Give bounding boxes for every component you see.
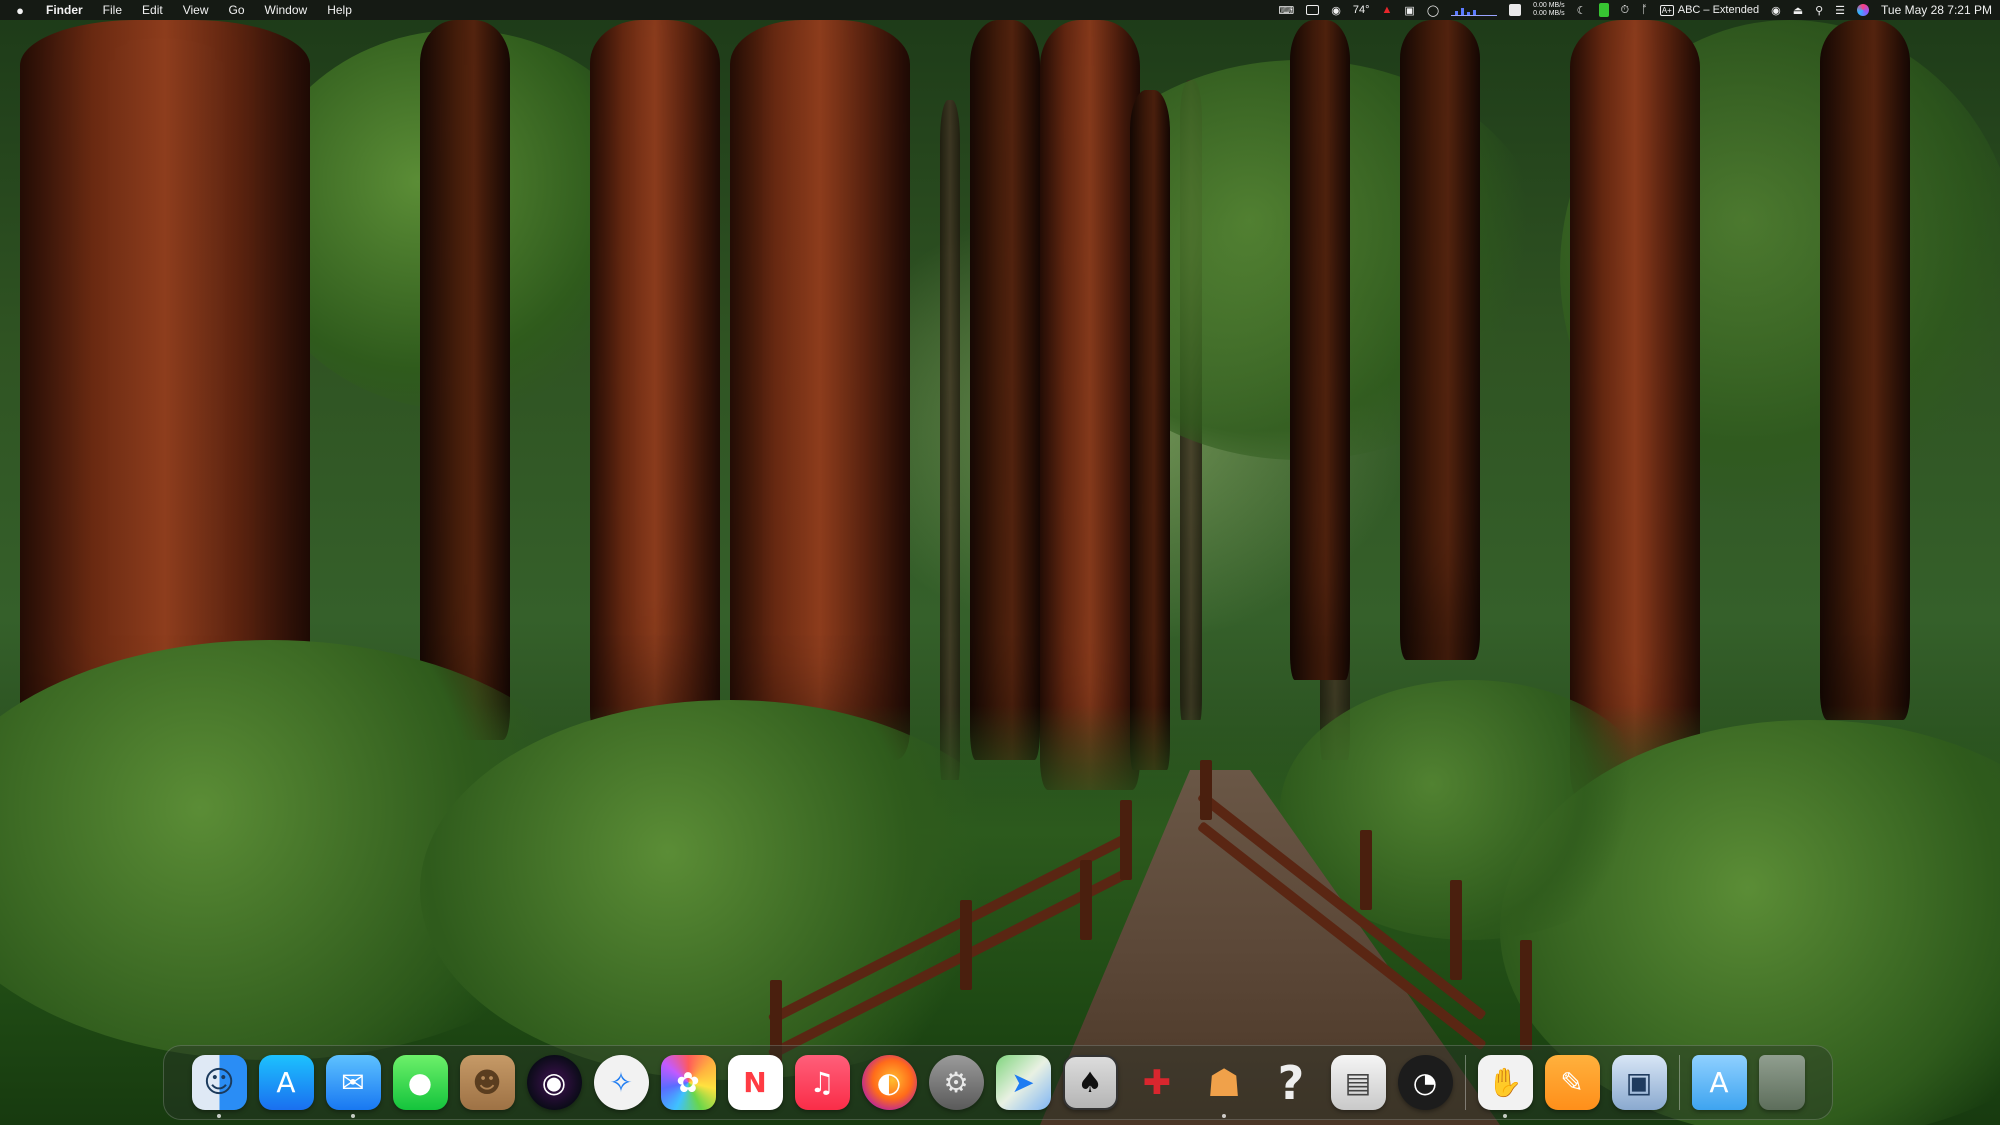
input-source-icon: A+ [1659,4,1674,16]
speedometer-icon[interactable]: ◔ [1397,1055,1453,1110]
solitaire-icon[interactable]: ♠ [1062,1055,1118,1110]
dock: ☺ A ✉ ● ☻ ◉ ✧ ✿ N ♫ ◐ ⚙ ➤ ♠ ✚ ☗ ? ▤ ◔ ✋ … [163,1045,1833,1120]
menu-window[interactable]: Window [255,0,318,20]
menu-go[interactable]: Go [219,0,255,20]
contacts-icon[interactable]: ☻ [459,1055,515,1110]
apple-logo-icon[interactable]: ● [0,3,40,18]
control-center-icon[interactable]: ☰ [1835,0,1845,20]
cpu-graph-icon[interactable] [1451,0,1498,20]
menu-app-name[interactable]: Finder [40,0,93,20]
dock-separator [1464,1055,1466,1110]
keyboard-icon[interactable]: ⌨ [1278,0,1294,20]
pages-icon[interactable]: ✎ [1544,1055,1600,1110]
network-stats[interactable]: 0.00 MB/s 0.00 MB/s [1533,0,1565,20]
dock-separator [1678,1055,1680,1110]
printer-icon[interactable]: ▤ [1330,1055,1386,1110]
display-icon[interactable] [1306,0,1320,20]
migration-assistant-icon[interactable]: ☗ [1197,1055,1252,1118]
input-source-label: ABC – Extended [1677,4,1760,16]
eject-icon[interactable]: ⏏ [1793,0,1803,20]
firefox-icon[interactable]: ◐ [861,1055,917,1110]
search-icon[interactable]: ⚲ [1815,0,1823,20]
mail-icon[interactable]: ✉ [325,1055,381,1118]
memory-icon[interactable] [1509,0,1522,20]
finder-icon[interactable]: ☺ [191,1055,247,1118]
time-machine-icon[interactable]: ⏱ [1621,0,1630,20]
camera-icon[interactable]: ◉ [1331,0,1341,20]
input-source-menu[interactable]: A+ ABC – Extended [1659,0,1760,20]
status-menus: ⌨ ◉ 74° ▲ ▣ ◯ 0.00 MB/s 0.00 MB/s ☾ ⏱ ᚩ … [1278,0,1992,20]
network-upload: 0.00 MB/s [1533,2,1565,9]
music-icon[interactable]: ♫ [794,1055,850,1110]
siri-icon[interactable] [1857,0,1870,20]
menu-bar: ● Finder File Edit View Go Window Help ⌨… [0,0,2000,20]
preview-icon[interactable]: ▣ [1611,1055,1667,1110]
menu-file[interactable]: File [93,0,132,20]
maps-icon[interactable]: ➤ [995,1055,1051,1110]
menu-edit[interactable]: Edit [132,0,173,20]
help-icon[interactable]: ? [1264,1055,1319,1110]
desktop-wallpaper [0,0,2000,1125]
photos-icon[interactable]: ✿ [660,1055,716,1110]
moon-icon[interactable]: ☾ [1577,0,1587,20]
battery-status-icon[interactable] [1598,0,1609,20]
system-settings-icon[interactable]: ⚙ [928,1055,984,1110]
applications-folder-icon[interactable]: A [1691,1055,1747,1110]
trash-icon[interactable] [1758,1055,1805,1110]
stop-hand-icon[interactable]: ✋ [1477,1055,1533,1118]
screenshot-icon[interactable]: ▣ [1404,0,1414,20]
clock[interactable]: Tue May 28 7:21 PM [1881,0,1992,20]
app-store-icon[interactable]: A [258,1055,314,1110]
network-download: 0.00 MB/s [1533,10,1565,17]
safari-icon[interactable]: ✧ [593,1055,649,1110]
menu-help[interactable]: Help [317,0,362,20]
wifi-icon[interactable]: ◉ [1771,0,1781,20]
bluetooth-icon[interactable]: ᚩ [1641,0,1648,20]
privacy-icon[interactable]: ◯ [1427,0,1439,20]
temperature-status[interactable]: 74° [1353,0,1370,20]
messages-icon[interactable]: ● [392,1055,448,1110]
games-icon[interactable]: ✚ [1130,1055,1185,1110]
warning-icon[interactable]: ▲ [1382,0,1393,20]
news-icon[interactable]: N [727,1055,783,1110]
siri-icon[interactable]: ◉ [526,1055,582,1110]
menu-view[interactable]: View [173,0,219,20]
